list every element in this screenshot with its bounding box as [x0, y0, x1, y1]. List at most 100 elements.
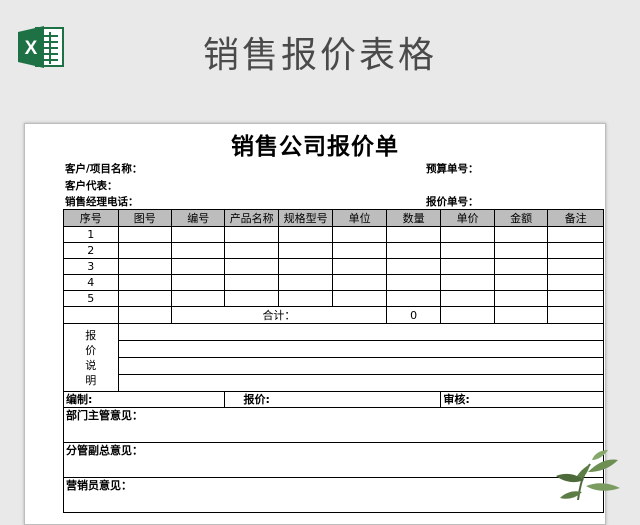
- column-header: 单位: [332, 209, 387, 227]
- row-number: 1: [63, 226, 119, 243]
- table-cell[interactable]: [385, 290, 442, 307]
- table-cell[interactable]: [117, 274, 172, 291]
- review-label: 审核:: [440, 391, 604, 408]
- table-row: 4: [63, 274, 604, 291]
- column-header: 序号: [63, 209, 119, 227]
- sales-opinion-label[interactable]: 营销员意见：: [63, 477, 604, 513]
- note-line[interactable]: [117, 374, 605, 392]
- table-row: 5: [63, 290, 604, 307]
- table-cell[interactable]: [117, 226, 172, 243]
- note-line[interactable]: [117, 357, 605, 375]
- note-label-char: 明: [85, 373, 97, 387]
- table-cell[interactable]: [547, 242, 604, 259]
- table-cell[interactable]: [493, 274, 549, 291]
- document-title: 销售公司报价单: [231, 134, 399, 160]
- table-cell[interactable]: [440, 258, 495, 275]
- table-cell[interactable]: [332, 274, 387, 291]
- table-cell[interactable]: [224, 290, 279, 307]
- note-row: [64, 340, 605, 358]
- table-cell[interactable]: [332, 290, 387, 307]
- plant-decoration: [556, 450, 620, 500]
- table-row: 3: [63, 258, 604, 275]
- table-cell[interactable]: [170, 274, 226, 291]
- table-cell: [63, 306, 119, 324]
- table-cell[interactable]: [170, 290, 226, 307]
- column-header: 产品名称: [224, 209, 279, 227]
- table-cell[interactable]: [224, 274, 279, 291]
- table-cell[interactable]: [224, 242, 279, 259]
- table-cell[interactable]: [385, 226, 442, 243]
- table-cell[interactable]: [170, 242, 226, 259]
- table-cell: [440, 306, 495, 324]
- table-cell[interactable]: [170, 258, 226, 275]
- table-cell[interactable]: [277, 290, 334, 307]
- table-cell[interactable]: [224, 226, 279, 243]
- table-cell[interactable]: [385, 258, 442, 275]
- table-cell[interactable]: [332, 242, 387, 259]
- table-row: 2: [63, 242, 604, 259]
- column-header: 编号: [170, 209, 226, 227]
- note-label-char: 报: [85, 328, 97, 342]
- total-label: 合计：: [170, 306, 387, 324]
- note-row: [64, 374, 605, 392]
- table-cell[interactable]: [277, 226, 334, 243]
- row-number: 4: [63, 274, 119, 291]
- table-cell[interactable]: [277, 274, 334, 291]
- page-title: 销售报价表格: [202, 35, 437, 76]
- table-cell[interactable]: [547, 290, 604, 307]
- signature-row: 编制: 报价: 审核:: [62, 391, 604, 408]
- quote-sheet: 销售公司报价单 客户/项目名称： 客户代表： 销售经理电话： 预算单号： 报价单…: [24, 123, 606, 525]
- opinion-row: 部门主管意见：: [63, 407, 604, 443]
- table-cell[interactable]: [440, 274, 495, 291]
- opinion-row: 分管副总意见：: [63, 442, 604, 478]
- table-cell[interactable]: [493, 242, 549, 259]
- table-cell[interactable]: [547, 258, 604, 275]
- table-cell: [117, 306, 172, 324]
- row-number: 5: [63, 290, 119, 307]
- table-cell[interactable]: [385, 242, 442, 259]
- table-cell[interactable]: [332, 226, 387, 243]
- table-cell[interactable]: [224, 258, 279, 275]
- table-cell[interactable]: [493, 258, 549, 275]
- note-line[interactable]: [117, 340, 605, 358]
- note-label-char: 说: [85, 358, 97, 372]
- note-row: [64, 357, 605, 375]
- table-cell[interactable]: [332, 258, 387, 275]
- budget-no-label: 预算单号：: [426, 163, 479, 175]
- note-row: 报 价 说 明: [63, 323, 605, 392]
- table-row: 1: [63, 226, 604, 243]
- column-header: 备注: [547, 209, 604, 227]
- table-cell[interactable]: [493, 226, 549, 243]
- table-cell[interactable]: [385, 274, 442, 291]
- manager-phone-label: 销售经理电话：: [65, 196, 139, 208]
- table-cell[interactable]: [117, 290, 172, 307]
- dept-opinion-label[interactable]: 部门主管意见：: [63, 407, 604, 443]
- table-cell[interactable]: [117, 258, 172, 275]
- column-header: 金额: [493, 209, 549, 227]
- column-header: 图号: [117, 209, 172, 227]
- note-label: 报 价 说 明: [63, 323, 119, 392]
- table-cell[interactable]: [547, 226, 604, 243]
- quote-label: 报价:: [224, 391, 442, 408]
- table-cell[interactable]: [170, 226, 226, 243]
- table-cell[interactable]: [493, 290, 549, 307]
- total-value[interactable]: 0: [385, 306, 442, 324]
- vp-opinion-label[interactable]: 分管副总意见：: [63, 442, 604, 478]
- opinion-row: 营销员意见：: [63, 477, 604, 513]
- table-cell[interactable]: [277, 242, 334, 259]
- table-header-row: 序号 图号 编号 产品名称 规格型号 单位 数量 单价 金额 备注: [63, 209, 604, 227]
- total-row: 合计： 0: [63, 306, 604, 324]
- table-cell[interactable]: [547, 274, 604, 291]
- customer-label: 客户/项目名称：: [65, 163, 143, 175]
- table-cell[interactable]: [440, 242, 495, 259]
- table-cell[interactable]: [277, 258, 334, 275]
- column-header: 数量: [385, 209, 442, 227]
- table-cell[interactable]: [117, 242, 172, 259]
- table-cell[interactable]: [440, 290, 495, 307]
- table-cell[interactable]: [440, 226, 495, 243]
- note-line[interactable]: [117, 323, 605, 341]
- row-number: 3: [63, 258, 119, 275]
- note-label-char: 价: [85, 343, 97, 357]
- table-cell: [547, 306, 604, 324]
- column-header: 规格型号: [277, 209, 334, 227]
